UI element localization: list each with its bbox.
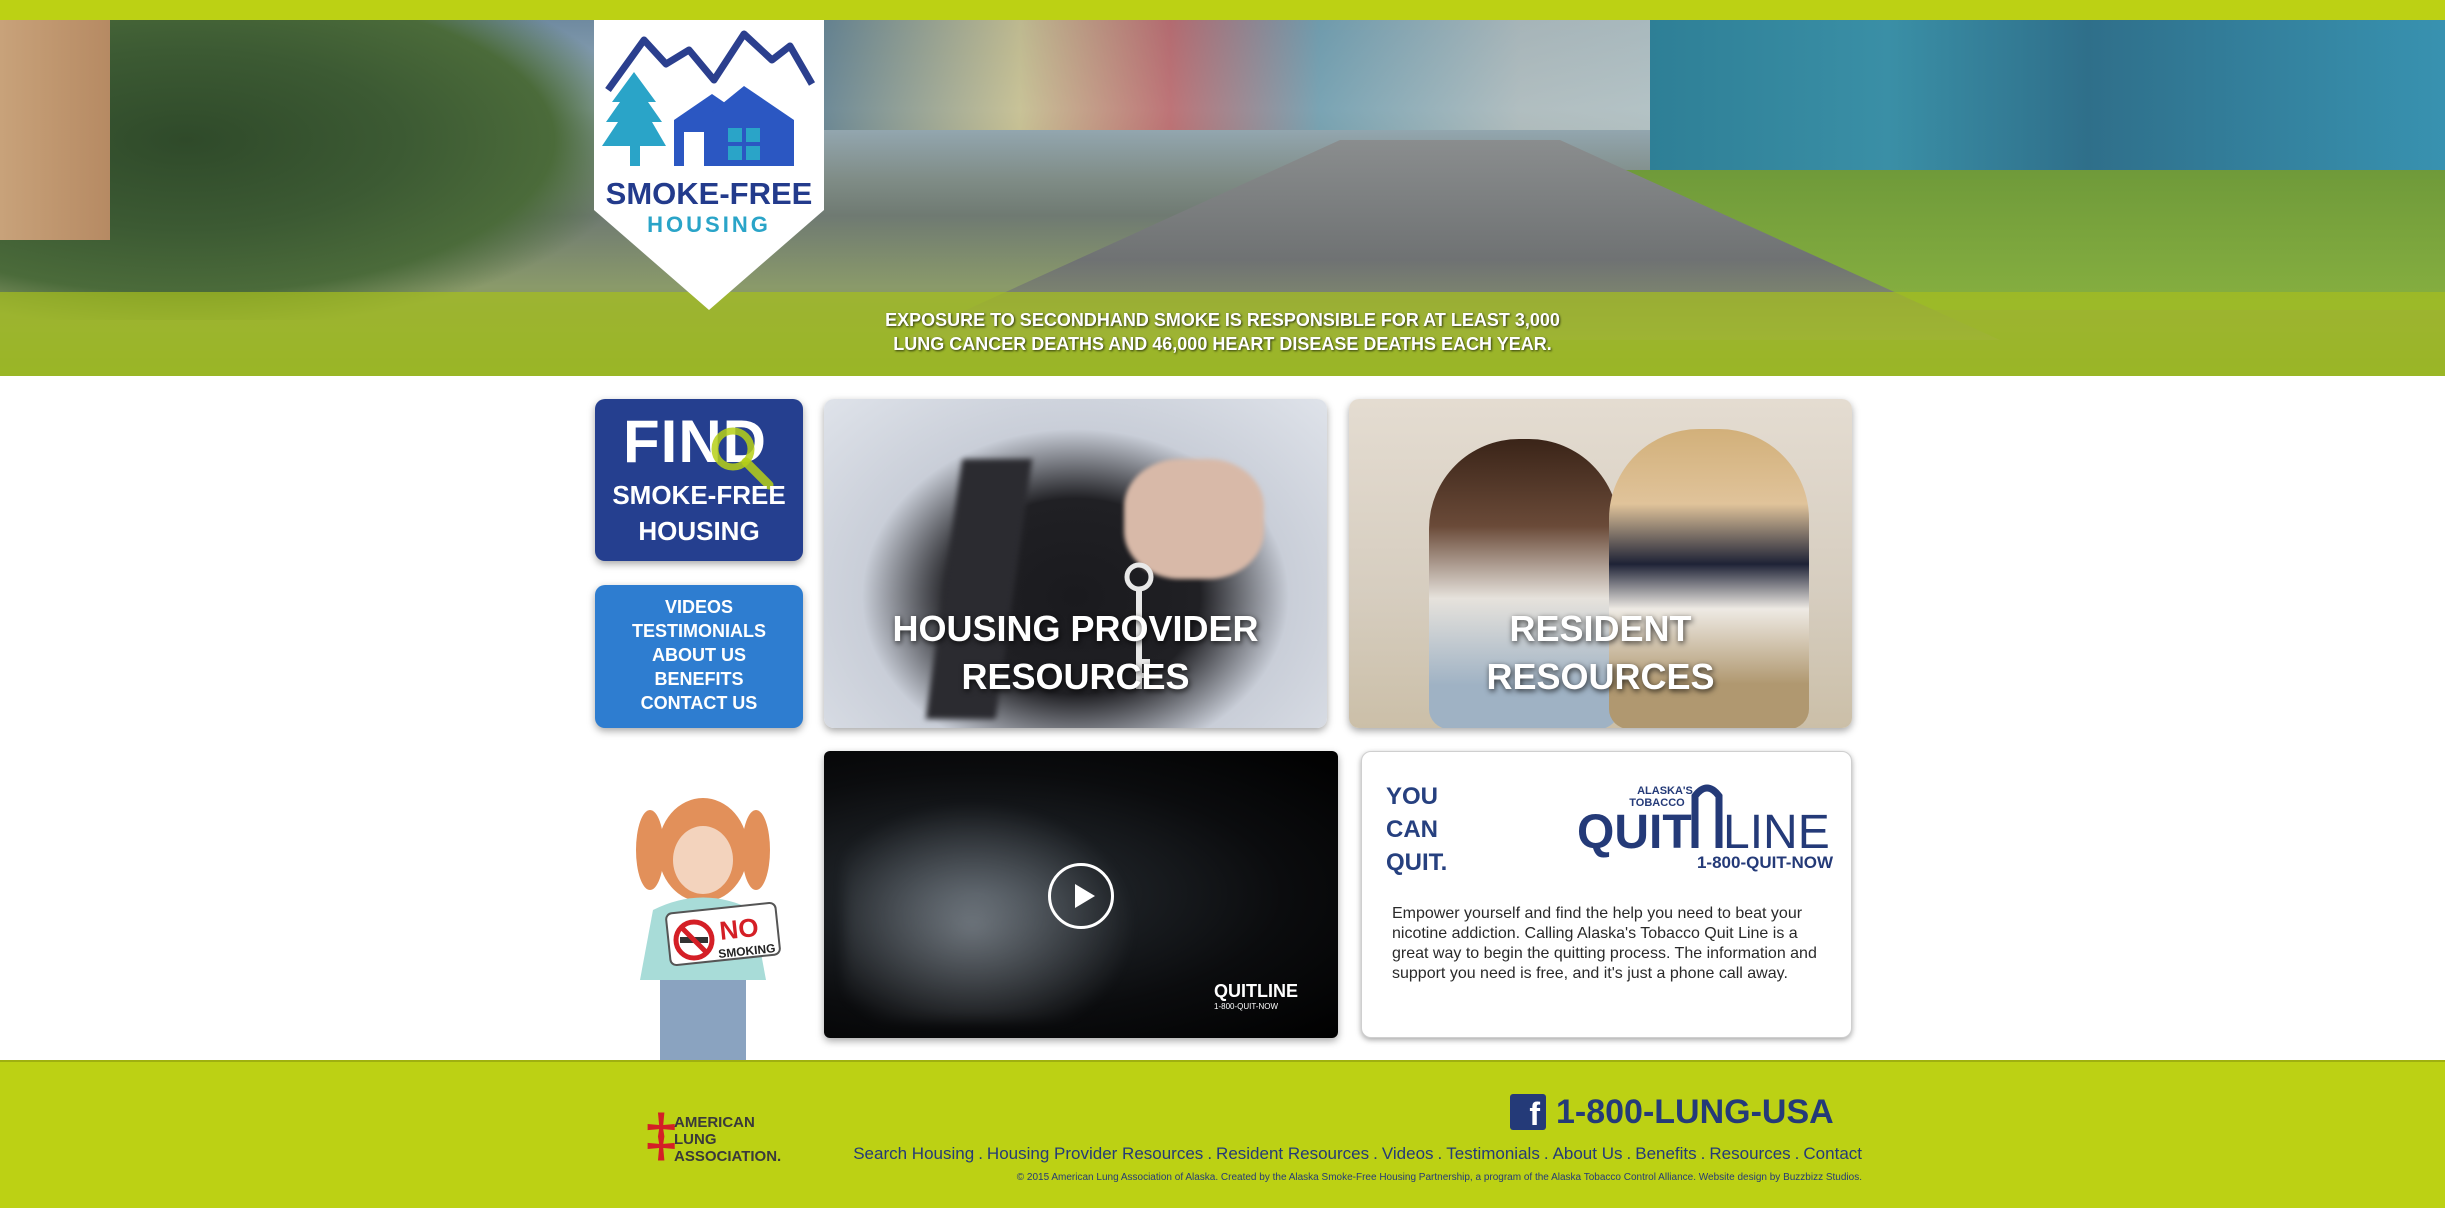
- resident-title: RESIDENT RESOURCES: [1349, 605, 1852, 701]
- footer-link-benefits[interactable]: Benefits: [1635, 1144, 1696, 1163]
- side-nav: VIDEOS TESTIMONIALS ABOUT US BENEFITS CO…: [595, 585, 803, 728]
- sign-no: NO: [718, 912, 760, 946]
- footer-phone: 1-800-LUNG-USA: [1556, 1092, 1834, 1131]
- you-can-quit: YOU CAN QUIT.: [1386, 780, 1447, 879]
- top-accent-bar: [0, 0, 2445, 20]
- nav-benefits[interactable]: BENEFITS: [595, 667, 803, 691]
- hero-tagline: EXPOSURE TO SECONDHAND SMOKE IS RESPONSI…: [760, 308, 1685, 356]
- hero-blue-house: [1650, 20, 2445, 190]
- video-watermark-text: QUITLINE: [1214, 981, 1298, 1001]
- can-text: CAN: [1386, 816, 1438, 843]
- footer-link-search-housing[interactable]: Search Housing: [853, 1144, 974, 1163]
- no-smoking-icon: [673, 919, 715, 961]
- find-line1: SMOKE-FREE: [612, 480, 786, 510]
- play-icon[interactable]: [1048, 863, 1114, 929]
- quitline-brand-line: LINE: [1723, 806, 1830, 859]
- smoke-image: [844, 781, 1164, 1021]
- resident-line1: RESIDENT: [1509, 608, 1692, 649]
- footer-link-about-us[interactable]: About Us: [1553, 1144, 1623, 1163]
- ala-name-line1: AMERICAN: [674, 1114, 755, 1131]
- find-housing-button[interactable]: FIND SMOKE-FREE HOUSING: [595, 399, 803, 561]
- find-line2: HOUSING: [638, 516, 760, 546]
- footer: ‡ AMERICAN LUNG ASSOCIATION. f 1-800-LUN…: [0, 1060, 2445, 1208]
- nav-videos[interactable]: VIDEOS: [595, 595, 803, 619]
- housing-provider-line1: HOUSING PROVIDER: [892, 608, 1259, 649]
- video-watermark: QUITLINE 1-800-QUIT-NOW: [1214, 981, 1298, 1011]
- mountains-trees-house-icon: SMOKE-FREE HOUSING: [594, 20, 824, 310]
- find-sublabel: SMOKE-FREE HOUSING: [595, 477, 803, 549]
- housing-provider-title: HOUSING PROVIDER RESOURCES: [824, 605, 1327, 701]
- logo-line2: HOUSING: [647, 212, 771, 237]
- footer-link-resident-resources[interactable]: Resident Resources: [1216, 1144, 1369, 1163]
- hero-tagline-line1: EXPOSURE TO SECONDHAND SMOKE IS RESPONSI…: [885, 310, 1560, 330]
- footer-links: Search Housing. Housing Provider Resource…: [853, 1144, 1862, 1163]
- quitline-brand-quit: QUIT: [1577, 806, 1692, 859]
- you-text: YOU: [1386, 783, 1439, 810]
- quitline-logo: ALASKA'S TOBACCO QUIT LINE 1-800-QUIT-NO…: [1577, 784, 1834, 872]
- quit-text: QUIT.: [1386, 849, 1448, 876]
- logo-line1: SMOKE-FREE: [606, 176, 813, 211]
- american-lung-association-logo[interactable]: ‡ AMERICAN LUNG ASSOCIATION.: [646, 1106, 786, 1176]
- site-logo[interactable]: SMOKE-FREE HOUSING: [594, 20, 824, 310]
- hero-tagline-line2: LUNG CANCER DEATHS AND 46,000 HEART DISE…: [893, 334, 1552, 354]
- quitline-description: Empower yourself and find the help you n…: [1392, 905, 1817, 982]
- quitline-brand-top1: ALASKA'S: [1637, 785, 1693, 797]
- quitline-brand-phone: 1-800-QUIT-NOW: [1697, 853, 1834, 872]
- footer-link-housing-provider-resources[interactable]: Housing Provider Resources: [987, 1144, 1203, 1163]
- hero-house-left: [0, 20, 110, 240]
- video-watermark-sub: 1-800-QUIT-NOW: [1214, 1002, 1279, 1011]
- housing-provider-line2: RESOURCES: [961, 656, 1190, 697]
- housing-provider-resources-tile[interactable]: HOUSING PROVIDER RESOURCES: [824, 399, 1327, 728]
- nav-about-us[interactable]: ABOUT US: [595, 643, 803, 667]
- nav-contact-us[interactable]: CONTACT US: [595, 691, 803, 715]
- facebook-icon[interactable]: f: [1510, 1094, 1546, 1130]
- nav-testimonials[interactable]: TESTIMONIALS: [595, 619, 803, 643]
- hero-banner: EXPOSURE TO SECONDHAND SMOKE IS RESPONSI…: [0, 20, 2445, 376]
- girl-no-smoking-image: NO SMOKING: [608, 790, 798, 1060]
- quitline-card[interactable]: YOU CAN QUIT. ALASKA'S TOBACCO QUIT LINE…: [1361, 751, 1852, 1038]
- footer-link-resources[interactable]: Resources: [1709, 1144, 1790, 1163]
- footer-link-contact[interactable]: Contact: [1803, 1144, 1862, 1163]
- video-player[interactable]: QUITLINE 1-800-QUIT-NOW: [824, 751, 1338, 1038]
- footer-link-videos[interactable]: Videos: [1382, 1144, 1434, 1163]
- resident-line2: RESOURCES: [1486, 656, 1715, 697]
- resident-resources-tile[interactable]: RESIDENT RESOURCES: [1349, 399, 1852, 728]
- footer-link-testimonials[interactable]: Testimonials: [1446, 1144, 1540, 1163]
- footer-copyright: © 2015 American Lung Association of Alas…: [1016, 1172, 1862, 1183]
- footer-contact: f 1-800-LUNG-USA: [1510, 1092, 1834, 1132]
